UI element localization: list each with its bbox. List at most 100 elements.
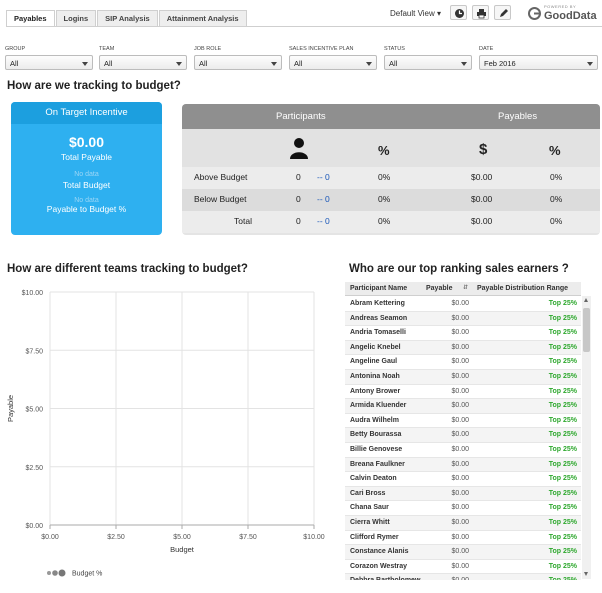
table-row: Above Budget 0 -- 0 0% $0.00 0% [182, 167, 600, 189]
participant-name: Andreas Seamon [350, 314, 408, 322]
filter-label: JOB ROLE [194, 46, 222, 52]
payable-pct-no-data: No data [74, 197, 99, 204]
tab-attainment-analysis[interactable]: Attainment Analysis [158, 10, 247, 26]
status-select[interactable]: All [384, 55, 472, 70]
participant-payable: $0.00 [451, 548, 469, 556]
column-distribution-range[interactable]: Payable Distribution Range [477, 285, 568, 292]
participant-range: Top 25% [548, 548, 577, 556]
legend-marker-small [47, 571, 51, 575]
participant-payable: $0.00 [451, 373, 469, 380]
row-label: Total [234, 216, 252, 226]
table-row[interactable]: Breana Faulkner $0.00 Top 25% [345, 457, 581, 473]
table-row[interactable]: Billie Genovese $0.00 Top 25% [345, 443, 581, 458]
x-tick-label: $5.00 [173, 534, 191, 541]
scroll-down-icon[interactable] [584, 572, 588, 576]
team-select[interactable]: All [99, 55, 187, 70]
filter-label: STATUS [384, 46, 405, 52]
participant-range: Top 25% [548, 373, 577, 380]
edit-button[interactable] [494, 5, 511, 20]
column-payable[interactable]: Payable [426, 285, 452, 292]
participant-range: Top 25% [548, 460, 577, 468]
y-tick-label: $10.00 [22, 290, 44, 297]
filter-status: STATUS All [384, 46, 472, 70]
participant-name: Constance Alanis [350, 548, 409, 556]
sort-icon[interactable]: ⇵ [463, 284, 468, 291]
job-role-select[interactable]: All [194, 55, 282, 70]
table-row[interactable]: Armida Kluender $0.00 Top 25% [345, 399, 581, 414]
participant-payable: $0.00 [451, 446, 469, 453]
y-axis-label: Payable [6, 395, 15, 422]
row-pay-pct: 0% [550, 172, 563, 182]
participant-name: Andria Tomaselli [350, 329, 406, 337]
participant-name: Audra Wilhelm [350, 416, 399, 424]
participant-name: Corazon Westray [350, 562, 408, 570]
participant-range: Top 25% [548, 489, 577, 497]
table-row[interactable]: Antonina Noah $0.00 Top 25% [345, 370, 581, 385]
table-row[interactable]: Calvin Deaton $0.00 Top 25% [345, 472, 581, 487]
row-delta[interactable]: -- 0 [317, 216, 330, 226]
participant-name: Calvin Deaton [350, 475, 397, 483]
legend-marker-large [58, 569, 66, 577]
date-select[interactable]: Feb 2016 [479, 55, 598, 70]
on-target-header: On Target Incentive [11, 102, 162, 124]
table-row[interactable]: Cari Bross $0.00 Top 25% [345, 486, 581, 502]
table-row[interactable]: Cierra Whitt $0.00 Top 25% [345, 516, 581, 531]
participant-name: Clifford Rymer [350, 533, 399, 541]
tab-divider [6, 26, 602, 27]
total-payable-label: Total Payable [60, 152, 113, 162]
table-row[interactable]: Andria Tomaselli $0.00 Top 25% [345, 326, 581, 341]
default-view-dropdown[interactable]: Default View ▾ [390, 9, 441, 18]
logo-name: GoodData [544, 10, 597, 22]
caret-down-icon [271, 62, 277, 66]
participant-name: Billie Genovese [350, 446, 403, 453]
column-participant-name[interactable]: Participant Name [350, 285, 407, 292]
scroll-thumb[interactable] [583, 308, 590, 352]
participant-payable: $0.00 [451, 329, 469, 337]
filter-value: All [294, 59, 303, 68]
table-row[interactable]: Audra Wilhelm $0.00 Top 25% [345, 414, 581, 429]
participant-range: Top 25% [548, 446, 577, 453]
x-tick-label: $2.50 [107, 534, 125, 541]
participant-range: Top 25% [548, 314, 577, 322]
row-delta[interactable]: -- 0 [317, 194, 330, 204]
print-button[interactable] [472, 5, 489, 20]
filter-job-role: JOB ROLE All [194, 46, 282, 70]
row-delta[interactable]: -- 0 [317, 172, 330, 182]
table-row[interactable]: Chana Saur $0.00 Top 25% [345, 501, 581, 516]
top-earners-table: Participant Name Payable ⇵ Payable Distr… [345, 282, 593, 580]
scroll-up-icon[interactable] [584, 298, 588, 302]
logo-powered-by: POWERED BY [544, 4, 577, 9]
table-row[interactable]: Corazon Westray $0.00 Top 25% [345, 560, 581, 575]
table-row[interactable]: Angeline Gaul $0.00 Top 25% [345, 355, 581, 370]
printer-icon [477, 9, 486, 19]
group-select[interactable]: All [5, 55, 93, 70]
participant-name: Abram Kettering [350, 300, 405, 307]
schedule-button[interactable] [450, 5, 467, 20]
participants-pct-symbol: % [378, 143, 390, 158]
row-label: Below Budget [194, 194, 247, 204]
table-row[interactable]: Andreas Seamon $0.00 Top 25% [345, 311, 581, 327]
table-row[interactable]: Constance Alanis $0.00 Top 25% [345, 545, 581, 560]
filter-value: All [199, 59, 208, 68]
table-row[interactable]: Antony Brower $0.00 Top 25% [345, 385, 581, 400]
caret-down-icon [176, 62, 182, 66]
participant-payable: $0.00 [451, 387, 469, 395]
tab-sip-analysis[interactable]: SIP Analysis [97, 10, 158, 26]
table-row[interactable]: Betty Bourassa $0.00 Top 25% [345, 428, 581, 443]
tab-logins[interactable]: Logins [55, 10, 97, 26]
payables-header: Payables [498, 111, 538, 122]
participant-payable: $0.00 [451, 562, 469, 570]
sales-incentive-plan-select[interactable]: All [289, 55, 377, 70]
row-pay-pct: 0% [550, 194, 563, 204]
ranking-scrollbar[interactable] [582, 296, 591, 579]
participant-payable: $0.00 [451, 300, 469, 307]
pencil-icon [500, 9, 508, 17]
teams-scatter-chart: $0.00 $2.50 $5.00 $7.50 $10.00 $0.00 $2.50 $5.0… [0, 282, 330, 582]
participant-payable: $0.00 [451, 416, 469, 424]
filter-date: DATE Feb 2016 [479, 46, 598, 70]
table-row[interactable]: Debbra Bartholomew $0.00 Top 25% [345, 574, 581, 580]
table-row[interactable]: Abram Kettering $0.00 Top 25% [345, 297, 581, 312]
tab-payables[interactable]: Payables [6, 10, 55, 26]
table-row[interactable]: Angelic Knebel $0.00 Top 25% [345, 340, 581, 356]
table-row[interactable]: Clifford Rymer $0.00 Top 25% [345, 531, 581, 546]
